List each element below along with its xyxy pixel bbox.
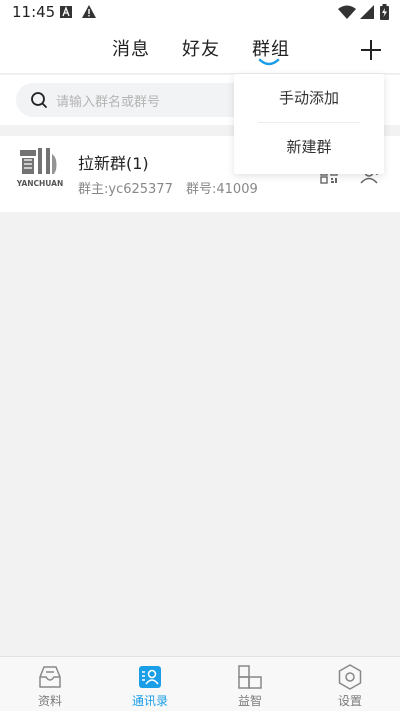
status-time: 11:45: [12, 3, 56, 21]
group-number: 群号:41009: [186, 182, 258, 197]
nav-label-puzzle: 益智: [237, 694, 262, 708]
nav-label-contacts: 通讯录: [131, 694, 168, 708]
add-plus-button[interactable]: [358, 37, 384, 63]
battery-charging-icon: [380, 4, 389, 20]
add-dropdown-menu: 手动添加 新建群: [234, 74, 384, 174]
warning-icon: [82, 5, 96, 18]
signal-icon: [360, 5, 374, 19]
nav-item-settings[interactable]: 设置: [300, 657, 400, 711]
inbox-icon: [39, 666, 61, 688]
bottom-nav: 资料 通讯录 益智 设置: [0, 656, 400, 711]
menu-item-new-group[interactable]: 新建群: [234, 123, 384, 171]
nav-label-profile: 资料: [37, 694, 62, 708]
nav-item-contacts[interactable]: 通讯录: [100, 657, 200, 711]
tab-messages[interactable]: 消息: [112, 35, 150, 61]
search-placeholder: 请输入群名或群号: [56, 95, 161, 110]
group-name: 拉新群(1): [78, 154, 149, 173]
avatar-logo-text: YANCHUAN: [16, 179, 63, 188]
nav-item-profile[interactable]: 资料: [0, 657, 100, 711]
menu-item-manual-add[interactable]: 手动添加: [234, 74, 384, 122]
active-tab-indicator: [258, 58, 280, 66]
top-tab-bar: 消息 好友 群组: [0, 26, 400, 74]
group-owner: 群主:yc625377: [78, 182, 173, 197]
nav-item-puzzle[interactable]: 益智: [200, 657, 300, 711]
nav-label-settings: 设置: [337, 694, 362, 708]
app-notification-icon: [60, 6, 72, 18]
blocks-icon: [238, 665, 262, 689]
wifi-icon: [338, 5, 356, 19]
status-bar: 11:45: [0, 0, 400, 26]
group-avatar: YANCHUAN: [16, 144, 64, 194]
contacts-icon: [139, 666, 161, 688]
tab-friends[interactable]: 好友: [182, 35, 220, 61]
hexagon-settings-icon: [338, 664, 362, 690]
search-icon: [31, 92, 47, 108]
